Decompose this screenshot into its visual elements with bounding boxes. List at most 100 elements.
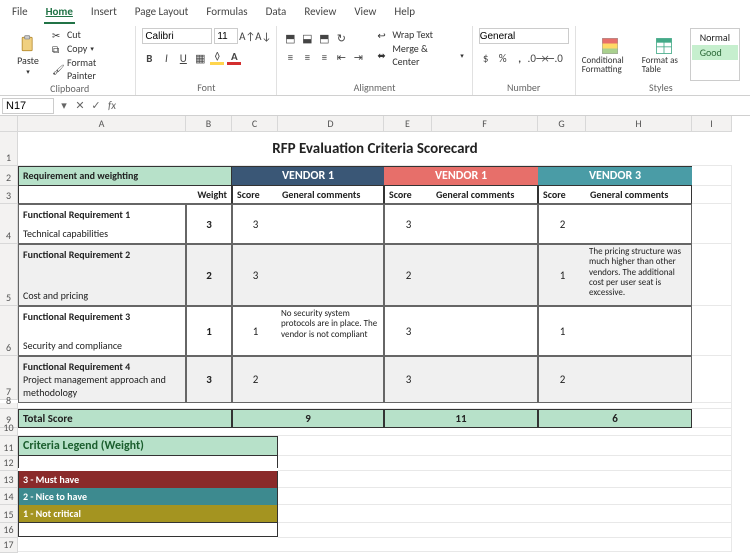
row-header[interactable]: 3 xyxy=(0,186,18,204)
score-header[interactable]: Score xyxy=(538,186,586,204)
copy-button[interactable]: ⧉Copy▾ xyxy=(50,42,129,55)
comment-cell[interactable] xyxy=(586,204,692,244)
comment-cell[interactable] xyxy=(432,204,538,244)
menu-data[interactable]: Data xyxy=(264,3,289,24)
comment-cell[interactable] xyxy=(432,244,538,306)
requirement-cell[interactable]: Functional Requirement 4Project manageme… xyxy=(18,356,186,403)
row-header[interactable]: 5 xyxy=(0,244,18,306)
row-header[interactable]: 11 xyxy=(0,436,18,456)
merge-center-button[interactable]: ⬌Merge & Center▾ xyxy=(375,42,465,68)
comment-cell[interactable] xyxy=(278,204,384,244)
comments-header[interactable]: General comments xyxy=(432,186,538,204)
score-cell[interactable]: 1 xyxy=(538,306,586,356)
comment-cell[interactable] xyxy=(432,306,538,356)
row-header[interactable]: 2 xyxy=(0,166,18,186)
increase-decimal-icon[interactable]: .0→ xyxy=(530,51,544,65)
score-cell[interactable]: 3 xyxy=(384,204,432,244)
weight-cell[interactable]: 2 xyxy=(186,244,232,306)
comment-cell[interactable] xyxy=(278,244,384,306)
row-header[interactable]: 1 xyxy=(0,132,18,166)
cancel-fx-icon[interactable]: ✕ xyxy=(72,99,88,112)
formula-input[interactable] xyxy=(120,98,750,114)
weight-header[interactable]: Weight xyxy=(186,186,232,204)
cell[interactable] xyxy=(18,186,186,204)
style-good[interactable]: Good xyxy=(692,45,738,60)
weight-cell[interactable]: 3 xyxy=(186,356,232,403)
comment-cell[interactable]: The pricing structure was much higher th… xyxy=(586,244,692,306)
score-cell[interactable]: 1 xyxy=(538,244,586,306)
border-icon[interactable]: ▦ xyxy=(193,51,207,65)
menu-help[interactable]: Help xyxy=(392,3,417,24)
currency-icon[interactable]: $ xyxy=(479,51,493,65)
align-top-icon[interactable]: ⬒ xyxy=(283,31,297,45)
col-header[interactable]: E xyxy=(384,116,432,132)
cell[interactable] xyxy=(278,488,732,505)
vendor3-header[interactable]: VENDOR 3 xyxy=(538,166,692,186)
orientation-icon[interactable]: ↻ xyxy=(334,31,348,45)
menu-formulas[interactable]: Formulas xyxy=(204,3,249,24)
align-left-icon[interactable]: ≡ xyxy=(283,50,297,64)
comma-icon[interactable]: , xyxy=(513,51,527,65)
menu-view[interactable]: View xyxy=(352,3,378,24)
cell[interactable] xyxy=(692,306,732,356)
format-painter-button[interactable]: 🖌Format Painter xyxy=(50,56,129,82)
align-middle-icon[interactable]: ⬓ xyxy=(300,31,314,45)
menu-review[interactable]: Review xyxy=(302,3,338,24)
indent-inc-icon[interactable]: ⇥ xyxy=(351,50,365,64)
score-header[interactable]: Score xyxy=(232,186,278,204)
cell[interactable] xyxy=(278,523,732,538)
cell[interactable] xyxy=(18,428,732,436)
row-header[interactable]: 17 xyxy=(0,538,18,553)
score-cell[interactable]: 3 xyxy=(232,204,278,244)
align-center-icon[interactable]: ≡ xyxy=(300,50,314,64)
comments-header[interactable]: General comments xyxy=(586,186,692,204)
vendor2-header[interactable]: VENDOR 1 xyxy=(384,166,538,186)
comments-header[interactable]: General comments xyxy=(278,186,384,204)
percent-icon[interactable]: % xyxy=(496,51,510,65)
menu-insert[interactable]: Insert xyxy=(89,3,119,24)
row-header[interactable]: 13 xyxy=(0,471,18,488)
paste-button[interactable]: Paste ▾ xyxy=(10,28,46,82)
col-header[interactable]: C xyxy=(232,116,278,132)
cell[interactable] xyxy=(18,538,732,552)
legend-nice-to-have[interactable]: 2 - Nice to have xyxy=(18,488,278,505)
row-header[interactable]: 10 xyxy=(0,428,18,436)
name-box[interactable] xyxy=(2,98,54,114)
fill-color-icon[interactable]: ◊ xyxy=(210,51,224,65)
score-cell[interactable]: 3 xyxy=(384,356,432,403)
wrap-text-button[interactable]: ↩Wrap Text xyxy=(375,28,465,41)
fx-icon[interactable]: fx xyxy=(104,99,120,112)
underline-icon[interactable]: U xyxy=(176,51,190,65)
requirement-cell[interactable]: Functional Requirement 1Technical capabi… xyxy=(18,204,186,244)
enter-fx-icon[interactable]: ✓ xyxy=(88,99,104,112)
menu-file[interactable]: File xyxy=(10,3,30,24)
cell[interactable] xyxy=(18,456,278,468)
cell[interactable] xyxy=(18,523,278,537)
menu-home[interactable]: Home xyxy=(44,3,75,24)
cell[interactable] xyxy=(692,409,732,428)
total-v1[interactable]: 9 xyxy=(232,409,384,428)
weight-cell[interactable]: 3 xyxy=(186,204,232,244)
number-format-input[interactable] xyxy=(479,28,569,44)
increase-font-icon[interactable]: A↑ xyxy=(240,29,254,43)
comment-cell[interactable] xyxy=(278,356,384,403)
legend-header[interactable]: Criteria Legend (Weight) xyxy=(18,436,278,456)
requirement-cell[interactable]: Functional Requirement 3Security and com… xyxy=(18,306,186,356)
col-header[interactable]: D xyxy=(278,116,384,132)
row-header[interactable]: 15 xyxy=(0,505,18,523)
total-v2[interactable]: 11 xyxy=(384,409,538,428)
requirement-cell[interactable]: Functional Requirement 2Cost and pricing xyxy=(18,244,186,306)
cell[interactable] xyxy=(278,456,732,471)
score-cell[interactable]: 2 xyxy=(384,244,432,306)
cell[interactable] xyxy=(278,436,732,456)
italic-icon[interactable]: I xyxy=(159,51,173,65)
decrease-decimal-icon[interactable]: ←.0 xyxy=(547,51,561,65)
col-header[interactable]: H xyxy=(586,116,692,132)
comment-cell[interactable]: No security system protocols are in plac… xyxy=(278,306,384,356)
cut-button[interactable]: ✂Cut xyxy=(50,28,129,41)
score-cell[interactable]: 1 xyxy=(232,306,278,356)
vendor1-header[interactable]: VENDOR 1 xyxy=(232,166,384,186)
cell[interactable] xyxy=(278,471,732,488)
legend-must-have[interactable]: 3 - Must have xyxy=(18,471,278,488)
select-all-corner[interactable] xyxy=(0,116,18,132)
